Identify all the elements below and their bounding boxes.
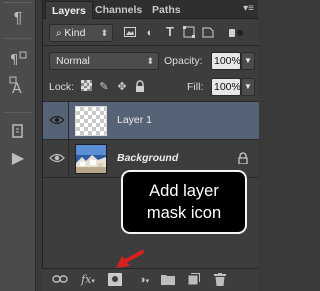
lock-label: Lock:	[49, 81, 75, 93]
lock-image-pixels-icon[interactable]: ✎	[97, 80, 111, 94]
lock-row: Lock: ✎ ✥ Fill: 100% ▼	[43, 76, 259, 98]
fill-dropdown-icon[interactable]: ▼	[241, 78, 255, 96]
panel-tabs: Layers Channels Paths ▾≡	[43, 0, 258, 19]
visibility-column	[43, 140, 69, 178]
lock-icon[interactable]	[237, 152, 249, 164]
panel-menu-icon[interactable]: ▾≡	[243, 3, 254, 14]
history-icon[interactable]	[6, 122, 30, 144]
chevron-down-icon: ⬍	[100, 28, 108, 38]
tool-strip: ¶ ¶ A ▶	[0, 0, 36, 291]
layers-bottom-bar: fx▾ ◑▾	[42, 268, 258, 291]
grip-handle[interactable]	[4, 2, 32, 5]
layer-thumbnail-transparent	[75, 106, 107, 136]
lock-position-icon[interactable]: ✥	[115, 80, 129, 94]
blend-row: Normal ⬍ Opacity: 100% ▼	[43, 50, 259, 72]
fill-label: Fill:	[187, 81, 204, 93]
blend-mode-value: Normal	[56, 55, 90, 67]
layer-style-label: fx	[81, 273, 92, 286]
layers-panel: Layers Channels Paths ▾≡ ⌕ Kind ⬍ ◐ T No…	[42, 0, 259, 291]
lock-transparent-pixels-icon[interactable]	[79, 80, 93, 94]
character-icon[interactable]: A	[6, 76, 30, 98]
divider	[43, 45, 259, 46]
tab-layers[interactable]: Layers	[45, 1, 93, 19]
paragraph-icon[interactable]: ¶	[6, 8, 30, 30]
chevron-down-icon: ⬍	[146, 56, 154, 66]
new-layer-icon[interactable]	[186, 273, 202, 287]
opacity-input[interactable]: 100%	[211, 52, 241, 70]
divider	[4, 112, 32, 113]
layer-name: Layer 1	[117, 114, 153, 126]
trash-icon[interactable]	[212, 273, 228, 287]
layer-thumbnail-background	[75, 144, 107, 174]
callout-line-1: Add layer	[149, 182, 219, 200]
blend-mode-select[interactable]: Normal ⬍	[49, 52, 159, 70]
opacity-label: Opacity:	[164, 55, 203, 67]
image-filter-icon[interactable]	[123, 26, 137, 40]
opacity-dropdown-icon[interactable]: ▼	[241, 52, 255, 70]
link-layers-icon[interactable]	[52, 273, 68, 287]
tab-paths[interactable]: Paths	[146, 1, 187, 19]
filter-row: ⌕ Kind ⬍ ◐ T	[43, 22, 259, 44]
new-group-icon[interactable]	[160, 273, 176, 287]
visibility-column	[43, 102, 69, 140]
play-actions-icon[interactable]: ▶	[6, 148, 30, 170]
layer-name: Background	[117, 152, 179, 164]
callout-box: Add layer mask icon	[121, 170, 247, 234]
tab-channels[interactable]: Channels	[89, 1, 148, 19]
kind-label: Kind	[64, 27, 86, 39]
lock-all-icon[interactable]	[133, 80, 147, 94]
svg-text:¶: ¶	[10, 53, 18, 68]
kind-filter-select[interactable]: ⌕ Kind ⬍	[49, 24, 113, 42]
type-filter-icon[interactable]: T	[163, 25, 177, 39]
add-layer-mask-icon[interactable]	[108, 273, 122, 286]
filter-toggle-switch[interactable]	[223, 27, 245, 39]
smart-object-filter-icon[interactable]	[201, 26, 215, 40]
eye-icon[interactable]	[49, 113, 65, 127]
adjustment-layer-icon[interactable]: ◑▾	[136, 273, 152, 287]
eye-icon[interactable]	[49, 151, 65, 165]
callout-line-2: mask icon	[146, 204, 222, 222]
shape-filter-icon[interactable]	[182, 26, 196, 40]
adjustment-filter-icon[interactable]: ◐	[143, 26, 157, 40]
character-styles-icon[interactable]: ¶	[6, 50, 30, 72]
fill-input[interactable]: 100%	[211, 78, 241, 96]
layer-row-layer-1[interactable]: Layer 1	[43, 102, 259, 140]
layer-style-button[interactable]: fx▾	[78, 273, 98, 287]
divider	[4, 38, 32, 39]
